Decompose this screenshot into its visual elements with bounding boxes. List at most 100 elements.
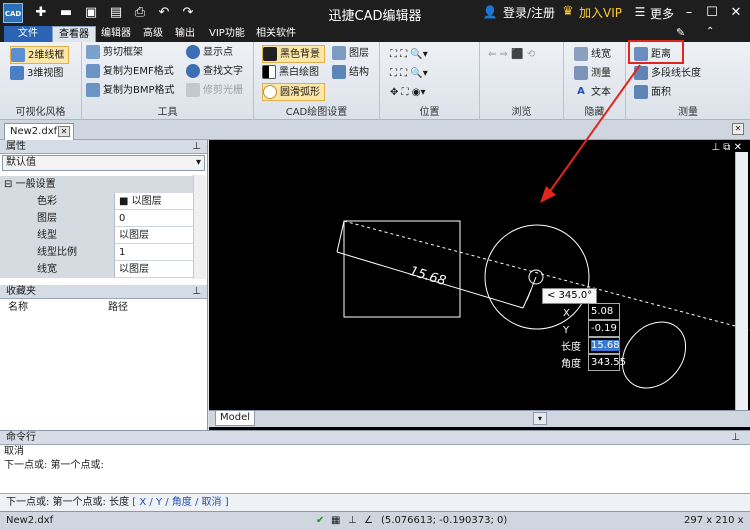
property-value[interactable]: 1	[116, 244, 125, 261]
text-toggle-label: 文本	[591, 87, 611, 98]
drawing-circle	[484, 224, 590, 330]
wireframe-2d-button[interactable]: 2维线框	[10, 46, 70, 64]
length-input-value: 15.68	[591, 340, 620, 351]
trim-raster-button[interactable]: 修剪光栅	[186, 82, 243, 100]
find-text-icon	[186, 64, 200, 78]
property-row[interactable]: 图层 0	[0, 210, 193, 227]
property-value[interactable]: ■ 以图层	[116, 193, 162, 210]
more-link[interactable]: 更多	[650, 5, 674, 22]
status-filename: New2.dxf	[6, 515, 54, 526]
property-value[interactable]: 以图层	[116, 261, 149, 278]
command-options[interactable]: [ X / Y / 角度 / 取消 ]	[132, 497, 228, 508]
command-prompt-text: 下一点或: 第一个点或: 长度	[6, 497, 130, 508]
command-history-line: 下一点或: 第一个点或:	[4, 460, 104, 471]
vip-link[interactable]: 加入VIP	[579, 4, 622, 21]
bw-icon	[262, 65, 276, 79]
layers-icon	[332, 46, 346, 60]
favorites-header: 收藏夹 ⊥	[0, 285, 207, 299]
zoom-window-icon[interactable]: ⛶ ⛶ 🔍▾	[390, 65, 428, 83]
angle-input[interactable]: 343.55	[588, 354, 626, 371]
length-input[interactable]: 15.68	[588, 337, 620, 354]
copy-icon	[86, 64, 100, 78]
view-3d-button[interactable]: 3维视图	[10, 65, 63, 83]
group-position: ⛶ ⛶ 🔍▾ ⛶ ⛶ 🔍▾ ✥ ⛶ ◉▾ 位置	[380, 42, 480, 120]
properties-scrollbar[interactable]	[193, 175, 206, 279]
property-value[interactable]: 0	[116, 210, 125, 227]
ortho-icon[interactable]: ⊥	[348, 512, 357, 530]
property-value[interactable]: 以图层	[116, 227, 149, 244]
favorites-col-name[interactable]: 名称	[8, 301, 28, 315]
minimize-button[interactable]: –	[680, 4, 698, 22]
tab-editor[interactable]: 编辑器	[95, 26, 137, 42]
bw-draw-button[interactable]: 黑白绘图	[262, 64, 319, 82]
x-input[interactable]: 5.08	[588, 303, 620, 320]
clip-frame-button[interactable]: 剪切框架	[86, 44, 143, 62]
line-width-icon	[574, 47, 588, 61]
structure-button[interactable]: 结构	[332, 64, 369, 82]
measure-toggle-button[interactable]: 测量	[574, 65, 611, 83]
copy-bmp-button[interactable]: 复制为BMP格式	[86, 82, 175, 100]
login-link[interactable]: 登录/注册	[503, 4, 555, 21]
wireframe-2d-label: 2维线框	[28, 50, 65, 61]
drawing-rectangle	[343, 220, 461, 318]
collapse-icon[interactable]: ⊟	[4, 179, 12, 190]
trim-raster-label: 修剪光栅	[203, 85, 243, 96]
close-doc-icon[interactable]: ✕	[732, 123, 744, 135]
properties-dropdown[interactable]: 默认值 ▾	[2, 155, 205, 171]
polyline-length-label: 多段线长度	[651, 68, 701, 79]
line-width-button[interactable]: 线宽	[574, 46, 611, 64]
tab-vip[interactable]: VIP功能	[203, 26, 251, 42]
dimension-extension-line	[336, 220, 345, 253]
collapse-icon[interactable]: ⌃	[706, 26, 714, 37]
document-tab[interactable]: New2.dxf ✕	[4, 123, 74, 140]
text-toggle-button[interactable]: A 文本	[574, 84, 611, 102]
black-bg-button[interactable]: 黑色背景	[262, 45, 325, 63]
polar-icon[interactable]: ∠	[364, 512, 373, 530]
area-button[interactable]: 面积	[634, 84, 671, 102]
maximize-button[interactable]: ☐	[703, 4, 721, 22]
line-width-label: 线宽	[591, 49, 611, 60]
favorites-title: 收藏夹	[6, 286, 36, 297]
structure-icon	[332, 65, 346, 79]
scroll-down-icon[interactable]: ▾	[533, 412, 547, 425]
show-points-button[interactable]: 显示点	[186, 44, 233, 62]
properties-dropdown-value: 默认值	[6, 157, 36, 168]
tab-viewer[interactable]: 查看器	[52, 26, 96, 42]
pan-icon[interactable]: ✥ ⛶ ◉▾	[390, 84, 425, 102]
tab-related[interactable]: 相关软件	[250, 26, 302, 42]
user-icon[interactable]: 👤	[482, 4, 498, 20]
cube-icon	[10, 66, 24, 80]
close-button[interactable]: ✕	[727, 4, 745, 22]
drawing-canvas[interactable]: 15.68 < 345.0° X 5.08 Y -0.19 长度 15.68 角…	[209, 140, 750, 430]
pin-icon[interactable]: ⊥	[731, 431, 740, 444]
property-row[interactable]: 线型比例 1	[0, 244, 193, 261]
polyline-length-button[interactable]: 多段线长度	[634, 65, 701, 83]
close-tab-icon[interactable]: ✕	[58, 126, 70, 137]
tab-output[interactable]: 输出	[169, 26, 201, 42]
smooth-arc-button[interactable]: 圆滑弧形	[262, 83, 325, 101]
property-row[interactable]: 线宽 以图层	[0, 261, 193, 278]
copy-emf-button[interactable]: 复制为EMF格式	[86, 63, 174, 81]
property-row[interactable]: 色彩 ■ 以图层	[0, 193, 193, 210]
favorites-col-path[interactable]: 路径	[108, 301, 128, 315]
property-row[interactable]: 线型 以图层	[0, 227, 193, 244]
canvas-vertical-scrollbar[interactable]	[735, 152, 748, 410]
pin-icon[interactable]: ⊥	[192, 140, 201, 153]
more-icon[interactable]: ☰	[632, 4, 648, 20]
bw-draw-label: 黑白绘图	[279, 67, 319, 78]
brush-icon[interactable]: ✎	[676, 26, 685, 39]
tab-model[interactable]: Model	[215, 411, 255, 426]
pin-icon[interactable]: ⊥	[192, 285, 201, 298]
tab-file[interactable]: 文件	[4, 26, 52, 42]
property-category[interactable]: ⊟ 一般设置	[0, 176, 193, 193]
snap-icon[interactable]: ✔	[316, 512, 324, 530]
layers-button[interactable]: 图层	[332, 45, 369, 63]
grid-icon[interactable]: ▦	[331, 512, 340, 530]
zoom-extents-icon[interactable]: ⛶ ⛶ 🔍▾	[390, 46, 428, 64]
group-label: 位置	[419, 107, 440, 118]
tab-advanced[interactable]: 高级	[137, 26, 169, 42]
find-text-button[interactable]: 查找文字	[186, 63, 243, 81]
command-input[interactable]: 下一点或: 第一个点或: 长度 [ X / Y / 角度 / 取消 ]	[0, 493, 750, 511]
y-input[interactable]: -0.19	[588, 320, 620, 337]
browse-arrows-icon[interactable]: ⇐ ⇒ ⬛ ⟲	[488, 46, 535, 64]
